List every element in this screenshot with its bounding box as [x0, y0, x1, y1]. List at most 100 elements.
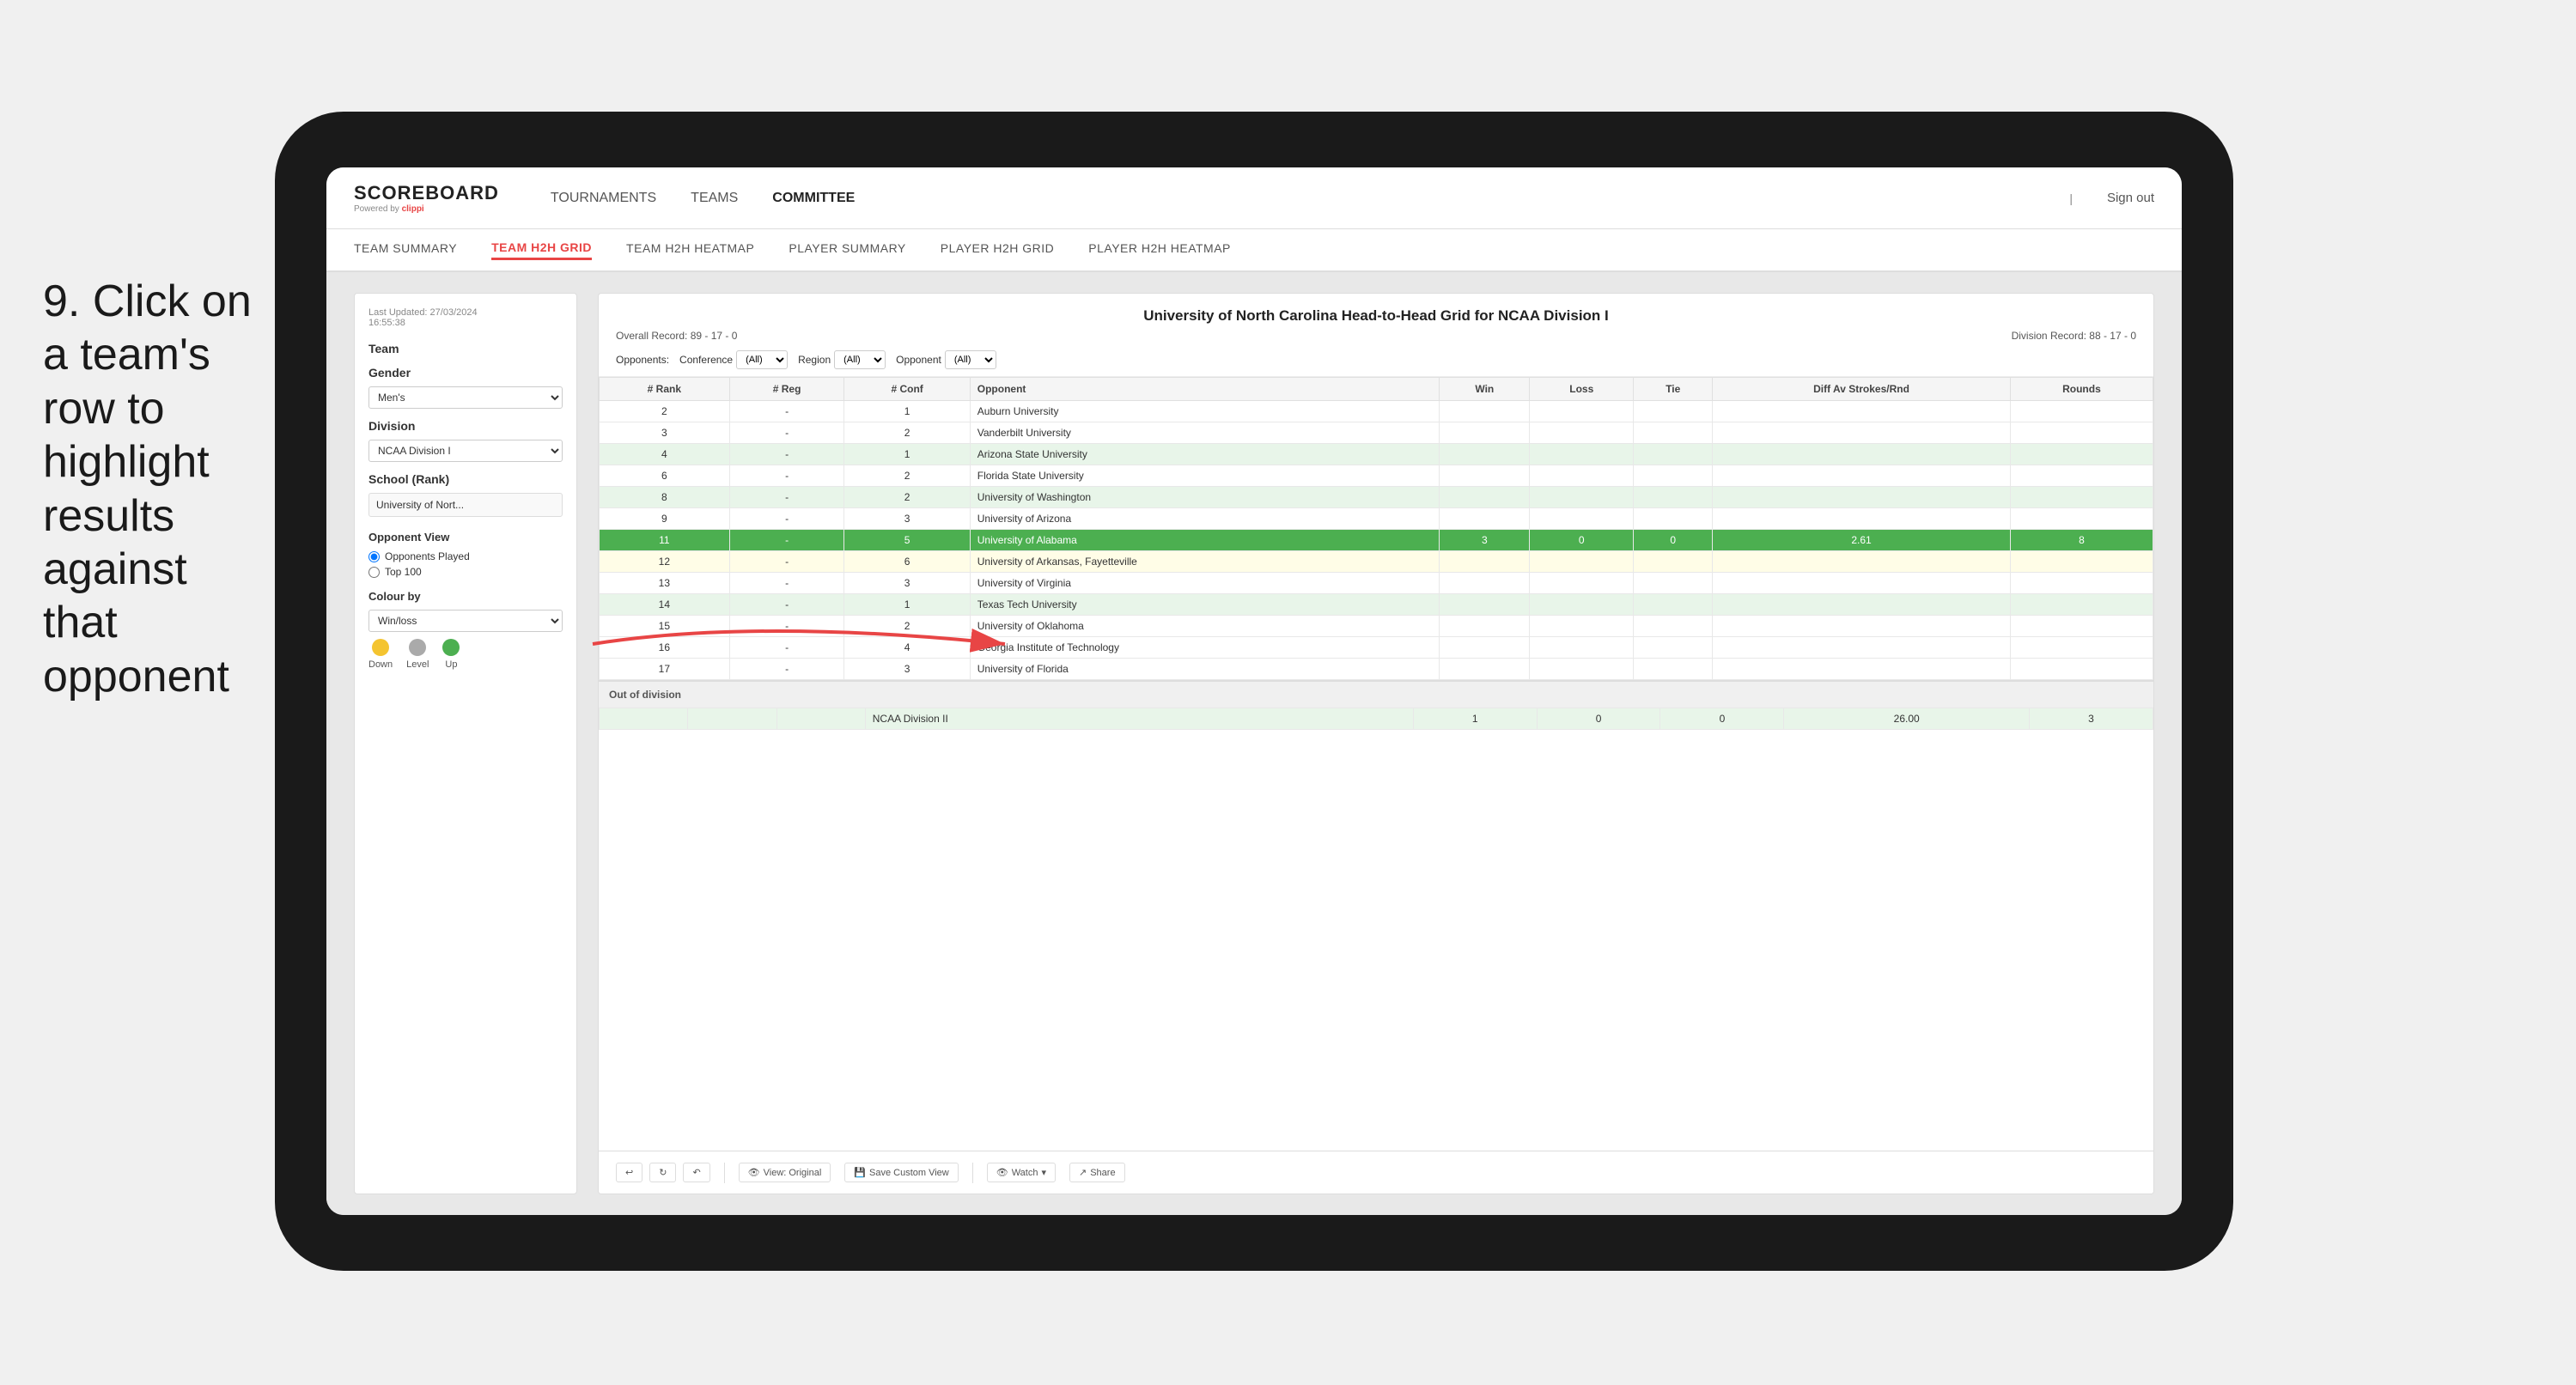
- table-header-row: # Rank # Reg # Conf Opponent Win Loss Ti…: [600, 378, 2153, 401]
- conference-select[interactable]: (All): [736, 350, 788, 369]
- filter-region: Region (All): [798, 350, 886, 369]
- watch-button[interactable]: 👁 Watch ▾: [987, 1163, 1056, 1182]
- legend-label-up: Up: [445, 659, 457, 670]
- nav-committee[interactable]: COMMITTEE: [772, 191, 855, 206]
- ood-loss: 0: [1537, 708, 1660, 730]
- sign-out-link[interactable]: Sign out: [2107, 191, 2154, 205]
- col-rank: # Rank: [600, 378, 730, 401]
- ood-label: NCAA Division II: [865, 708, 1413, 730]
- col-tie: Tie: [1634, 378, 1713, 401]
- grid-header: University of North Carolina Head-to-Hea…: [599, 294, 2153, 377]
- share-icon: ↗: [1079, 1167, 1087, 1178]
- grid-title: University of North Carolina Head-to-Hea…: [616, 307, 2136, 325]
- logo-scoreboard: SCOREBOARD: [354, 182, 499, 204]
- table-row[interactable]: 4-1Arizona State University: [600, 444, 2153, 465]
- table-row[interactable]: 12-6University of Arkansas, Fayetteville: [600, 551, 2153, 573]
- tablet-screen: SCOREBOARD Powered by clippi TOURNAMENTS…: [326, 167, 2182, 1215]
- sub-nav-player-h2h-heatmap[interactable]: PLAYER H2H HEATMAP: [1088, 241, 1231, 258]
- watch-label: Watch: [1012, 1168, 1038, 1178]
- tablet-device: SCOREBOARD Powered by clippi TOURNAMENTS…: [275, 112, 2233, 1271]
- filter-conference: Conference (All): [679, 350, 788, 369]
- out-of-division-header: Out of division: [599, 680, 2153, 708]
- overall-record: Overall Record: 89 - 17 - 0: [616, 330, 737, 342]
- sub-nav-player-summary[interactable]: PLAYER SUMMARY: [789, 241, 905, 258]
- last-updated: Last Updated: 27/03/2024 16:55:38: [368, 307, 563, 328]
- filter-row: Opponents: Conference (All) Region (All): [616, 350, 2136, 369]
- table-row[interactable]: 16-4Georgia Institute of Technology: [600, 637, 2153, 659]
- save-custom-button[interactable]: 💾 Save Custom View: [844, 1163, 958, 1182]
- share-button[interactable]: ↗ Share: [1069, 1163, 1125, 1182]
- col-loss: Loss: [1530, 378, 1634, 401]
- out-of-division-row[interactable]: NCAA Division II 1 0 0 26.00 3: [600, 708, 2153, 730]
- col-opponent: Opponent: [970, 378, 1440, 401]
- col-diff: Diff Av Strokes/Rnd: [1713, 378, 2011, 401]
- col-rounds: Rounds: [2010, 378, 2153, 401]
- ood-conf: [776, 708, 865, 730]
- instruction-content: 9. Click on a team's row to highlight re…: [43, 276, 252, 702]
- top-nav: SCOREBOARD Powered by clippi TOURNAMENTS…: [326, 167, 2182, 229]
- legend-up: Up: [442, 639, 460, 670]
- ood-win: 1: [1413, 708, 1537, 730]
- sub-nav-team-summary[interactable]: TEAM SUMMARY: [354, 241, 457, 258]
- ood-diff: 26.00: [1784, 708, 2030, 730]
- toolbar-undo-group: ↩ ↻ ↶: [616, 1163, 710, 1182]
- table-row[interactable]: 13-3University of Virginia: [600, 573, 2153, 594]
- legend-dot-down: [372, 639, 389, 656]
- school-rank-box[interactable]: University of Nort...: [368, 493, 563, 517]
- col-reg: # Reg: [729, 378, 844, 401]
- legend: Down Level Up: [368, 639, 563, 670]
- table-row[interactable]: 6-2Florida State University: [600, 465, 2153, 487]
- legend-label-down: Down: [368, 659, 393, 670]
- sub-nav-team-h2h-grid[interactable]: TEAM H2H GRID: [491, 240, 592, 260]
- table-row[interactable]: 14-1Texas Tech University: [600, 594, 2153, 616]
- table-row[interactable]: 15-2University of Oklahoma: [600, 616, 2153, 637]
- table-body: 2-1Auburn University3-2Vanderbilt Univer…: [600, 401, 2153, 680]
- table-row[interactable]: 17-3University of Florida: [600, 659, 2153, 680]
- legend-level: Level: [406, 639, 429, 670]
- col-win: Win: [1440, 378, 1530, 401]
- redo-button[interactable]: ↻: [649, 1163, 676, 1182]
- col-conf: # Conf: [844, 378, 970, 401]
- logo: SCOREBOARD Powered by clippi: [354, 182, 499, 214]
- legend-dot-up: [442, 639, 460, 656]
- view-original-button[interactable]: 👁 View: Original: [739, 1163, 831, 1182]
- legend-label-level: Level: [406, 659, 429, 670]
- opponent-label: Opponent: [896, 354, 941, 366]
- left-panel: Last Updated: 27/03/2024 16:55:38 Team G…: [354, 293, 577, 1194]
- table-row[interactable]: 3-2Vanderbilt University: [600, 422, 2153, 444]
- save-icon: 💾: [854, 1167, 866, 1178]
- save-label: Save Custom View: [869, 1168, 949, 1178]
- table-row[interactable]: 8-2University of Washington: [600, 487, 2153, 508]
- h2h-table: # Rank # Reg # Conf Opponent Win Loss Ti…: [599, 377, 2153, 680]
- opponent-view-label: Opponent View: [368, 531, 563, 544]
- filter-opponent: Opponent (All): [896, 350, 996, 369]
- gender-select[interactable]: Men's: [368, 386, 563, 409]
- division-select[interactable]: NCAA Division I: [368, 440, 563, 462]
- table-row[interactable]: 2-1Auburn University: [600, 401, 2153, 422]
- nav-tournaments[interactable]: TOURNAMENTS: [551, 191, 656, 206]
- view-icon: 👁: [748, 1167, 760, 1178]
- grid-records: Overall Record: 89 - 17 - 0 Division Rec…: [616, 330, 2136, 342]
- sub-nav-player-h2h-grid[interactable]: PLAYER H2H GRID: [941, 241, 1055, 258]
- back-button[interactable]: ↶: [683, 1163, 709, 1182]
- legend-dot-level: [409, 639, 426, 656]
- legend-down: Down: [368, 639, 393, 670]
- region-select[interactable]: (All): [834, 350, 886, 369]
- colour-by-label: Colour by: [368, 590, 563, 603]
- instruction-text: 9. Click on a team's row to highlight re…: [43, 275, 266, 703]
- table-row[interactable]: 9-3University of Arizona: [600, 508, 2153, 530]
- division-label: Division: [368, 419, 563, 433]
- conference-label: Conference: [679, 354, 733, 366]
- sub-nav-team-h2h-heatmap[interactable]: TEAM H2H HEATMAP: [626, 241, 754, 258]
- radio-top100[interactable]: Top 100: [368, 566, 563, 578]
- main-content: Last Updated: 27/03/2024 16:55:38 Team G…: [326, 272, 2182, 1215]
- undo-button[interactable]: ↩: [616, 1163, 642, 1182]
- opponent-select[interactable]: (All): [945, 350, 996, 369]
- nav-links: TOURNAMENTS TEAMS COMMITTEE: [551, 191, 2035, 206]
- colour-by-select[interactable]: Win/loss: [368, 610, 563, 632]
- out-of-division-table: NCAA Division II 1 0 0 26.00 3: [599, 708, 2153, 730]
- share-label: Share: [1090, 1168, 1115, 1178]
- table-row[interactable]: 11-5University of Alabama3002.618: [600, 530, 2153, 551]
- radio-opponents-played[interactable]: Opponents Played: [368, 550, 563, 562]
- nav-teams[interactable]: TEAMS: [691, 191, 738, 206]
